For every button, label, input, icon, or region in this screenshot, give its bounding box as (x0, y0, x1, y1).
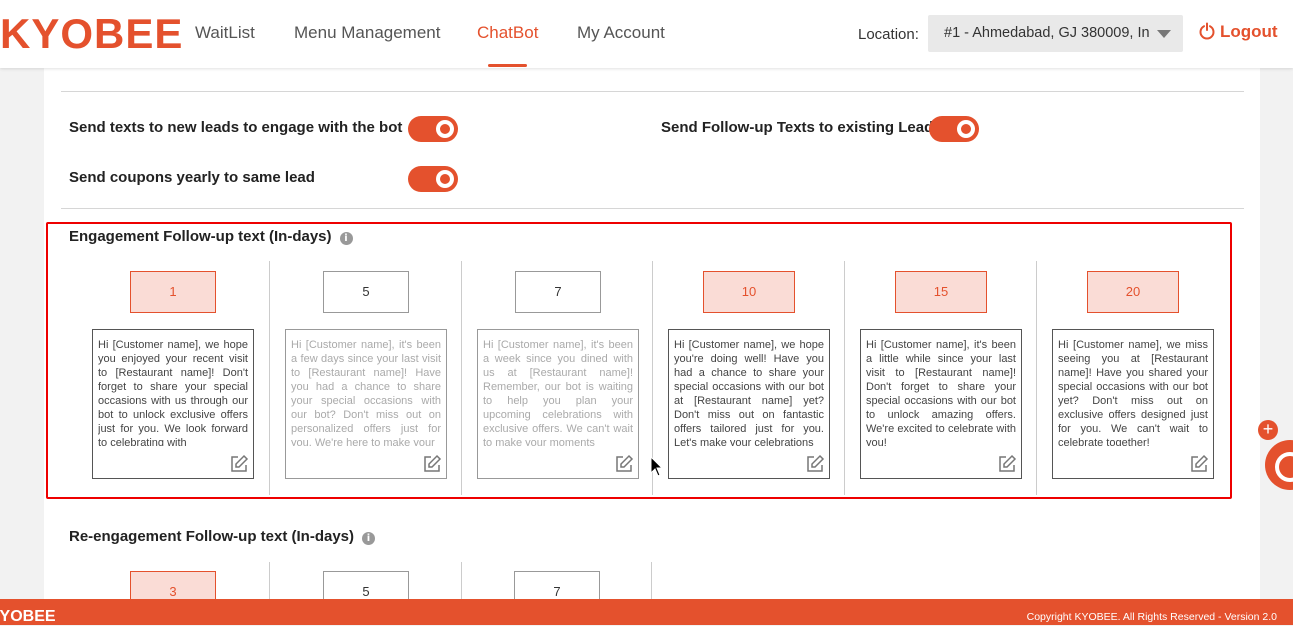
power-icon (1199, 22, 1215, 40)
annotation-highlight-box (46, 222, 1232, 499)
toggle-knob (957, 120, 975, 138)
footer: KYOBEE Copyright KYOBEE. All Rights Rese… (0, 599, 1293, 625)
toggle-coupons[interactable] (408, 166, 458, 192)
kyobee-logo[interactable]: KYOBEE (0, 10, 183, 58)
nav-my-account[interactable]: My Account (577, 23, 665, 43)
column-divider (651, 562, 652, 599)
toggle-new-leads-label: Send texts to new leads to engage with t… (69, 119, 403, 136)
toggle-new-leads[interactable] (408, 116, 458, 142)
toggle-followup-label: Send Follow-up Texts to existing Leads (661, 119, 942, 136)
chat-widget-icon[interactable] (1265, 440, 1293, 490)
nav-menu-management[interactable]: Menu Management (294, 23, 440, 43)
nav-chatbot[interactable]: ChatBot (477, 23, 538, 43)
toggle-knob (436, 120, 454, 138)
divider (61, 208, 1244, 209)
mouse-cursor-icon (650, 456, 664, 477)
toggle-knob (436, 170, 454, 188)
reengagement-title-text: Re-engagement Follow-up text (In-days) (69, 528, 355, 545)
footer-logo: KYOBEE (0, 608, 56, 625)
toggle-coupons-label: Send coupons yearly to same lead (69, 169, 315, 186)
active-nav-indicator (488, 64, 527, 67)
footer-copyright: Copyright KYOBEE. All Rights Reserved - … (1026, 611, 1277, 623)
nav-waitlist[interactable]: WaitList (195, 23, 255, 43)
location-value: #1 - Ahmedabad, GJ 380009, Ind (944, 25, 1149, 41)
location-label: Location: (858, 26, 919, 43)
toggle-followup[interactable] (929, 116, 979, 142)
column-divider (269, 562, 270, 599)
chevron-down-icon (1157, 30, 1171, 38)
logout-label: Logout (1220, 22, 1278, 41)
info-icon[interactable]: i (362, 532, 376, 545)
column-divider (461, 562, 462, 599)
divider (61, 91, 1244, 92)
logout-button[interactable]: Logout (1198, 22, 1278, 42)
location-select[interactable]: #1 - Ahmedabad, GJ 380009, Ind (928, 15, 1183, 52)
reengagement-title: Re-engagement Follow-up text (In-days) i (69, 528, 376, 545)
plus-icon[interactable]: + (1258, 420, 1278, 440)
top-navbar: KYOBEE WaitList Menu Management ChatBot … (0, 0, 1293, 68)
